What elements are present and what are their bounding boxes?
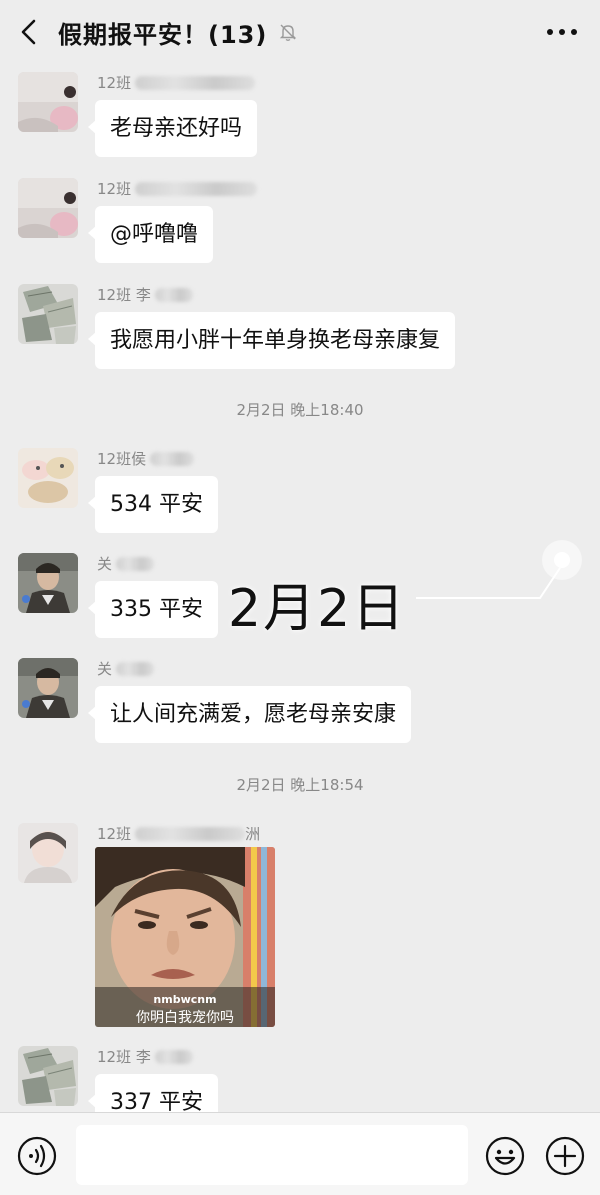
bell-off-icon — [277, 21, 299, 43]
message-item: 12班 老母亲还好吗 — [18, 72, 578, 162]
redacted-name — [135, 76, 256, 90]
plus-button[interactable] — [544, 1135, 586, 1177]
redacted-name — [150, 452, 195, 466]
message-bubble[interactable]: 让人间充满爱，愿老母亲安康 — [87, 686, 412, 743]
back-button[interactable] — [14, 16, 46, 48]
message-bubble[interactable]: @呼噜噜 — [87, 206, 214, 263]
plus-icon — [545, 1136, 585, 1176]
message-bubble[interactable]: 335 平安 — [88, 581, 218, 638]
sender-name: 12班 李 — [97, 1046, 193, 1068]
sender-label-suffix: 洲 — [245, 825, 261, 843]
message-bubble[interactable]: 我愿用小胖十年单身换老母亲康复 — [87, 312, 456, 369]
emoji-button[interactable] — [484, 1135, 526, 1177]
sender-name: 12班 李 — [97, 284, 193, 306]
redacted-name — [154, 288, 193, 302]
redacted-name — [116, 557, 155, 571]
person-avatar[interactable] — [18, 658, 78, 718]
sender-label: 12班 — [97, 825, 132, 843]
money-avatar[interactable] — [18, 1046, 78, 1106]
message-item: 关 让人间充满爱，愿老母亲安康 — [18, 658, 578, 748]
sender-label: 关 — [97, 660, 113, 678]
message-item: 12班 李 我愿用小胖十年单身换老母亲康复 — [18, 284, 578, 374]
voice-button[interactable] — [16, 1135, 58, 1177]
redacted-name — [135, 827, 246, 841]
sender-label: 关 — [97, 555, 113, 573]
sender-label: 12班 李 — [97, 1048, 151, 1066]
sticker-image[interactable]: nmbwcnm 你明白我宠你吗 — [95, 847, 275, 1027]
input-bar — [0, 1112, 600, 1195]
more-dots-icon — [547, 29, 577, 35]
sender-label: 12班 — [97, 180, 132, 198]
sender-name: 12班侯 — [97, 448, 195, 470]
sender-label: 12班 李 — [97, 286, 151, 304]
message-input[interactable] — [76, 1125, 468, 1185]
timestamp: 2月2日 晚上18:54 — [236, 776, 364, 794]
chat-title: 假期报平安！(13) — [58, 20, 268, 49]
money-avatar[interactable] — [18, 284, 78, 344]
message-bubble[interactable]: 534 平安 — [88, 476, 218, 533]
redacted-name — [154, 1050, 193, 1064]
timestamp: 2月2日 晚上18:40 — [236, 401, 364, 419]
chat-title-group: 假期报平安！(13) — [58, 14, 299, 50]
selfie-avatar[interactable] — [18, 823, 78, 883]
photo-avatar[interactable] — [18, 178, 78, 238]
sender-name: 12班 — [97, 178, 258, 200]
sender-name: 关 — [97, 658, 155, 680]
more-button[interactable] — [542, 18, 582, 46]
sender-name: 关 — [97, 553, 155, 575]
voice-icon — [17, 1136, 57, 1176]
photo-avatar[interactable] — [18, 72, 78, 132]
sender-label: 12班 — [97, 74, 132, 92]
toy-avatar[interactable] — [18, 448, 78, 508]
person-avatar[interactable] — [18, 553, 78, 613]
sticker-caption: 你明白我宠你吗 — [136, 1010, 234, 1026]
annotation-date: 2月2日 — [228, 579, 407, 639]
sender-name: 12班 洲 — [97, 823, 260, 845]
annotation-pointer — [410, 536, 585, 606]
sticker-watermark: nmbwcnm — [153, 993, 217, 1006]
message-item: 12班 洲 nmbwcnm 你明白我宠你吗 — [18, 823, 578, 1033]
message-item: 12班侯 534 平安 — [18, 448, 578, 538]
emoji-icon — [485, 1136, 525, 1176]
sender-name: 12班 — [97, 72, 256, 94]
message-bubble[interactable]: 337 平安 — [88, 1074, 218, 1112]
message-item: 12班 @呼噜噜 — [18, 178, 578, 268]
chat-header: 假期报平安！(13) — [0, 0, 600, 62]
chevron-left-icon — [21, 19, 36, 45]
sender-label: 12班侯 — [97, 450, 147, 468]
redacted-name — [116, 662, 155, 676]
redacted-name — [135, 182, 258, 196]
message-item: 12班 李 337 平安 — [18, 1046, 578, 1112]
message-bubble[interactable]: 老母亲还好吗 — [87, 100, 258, 157]
